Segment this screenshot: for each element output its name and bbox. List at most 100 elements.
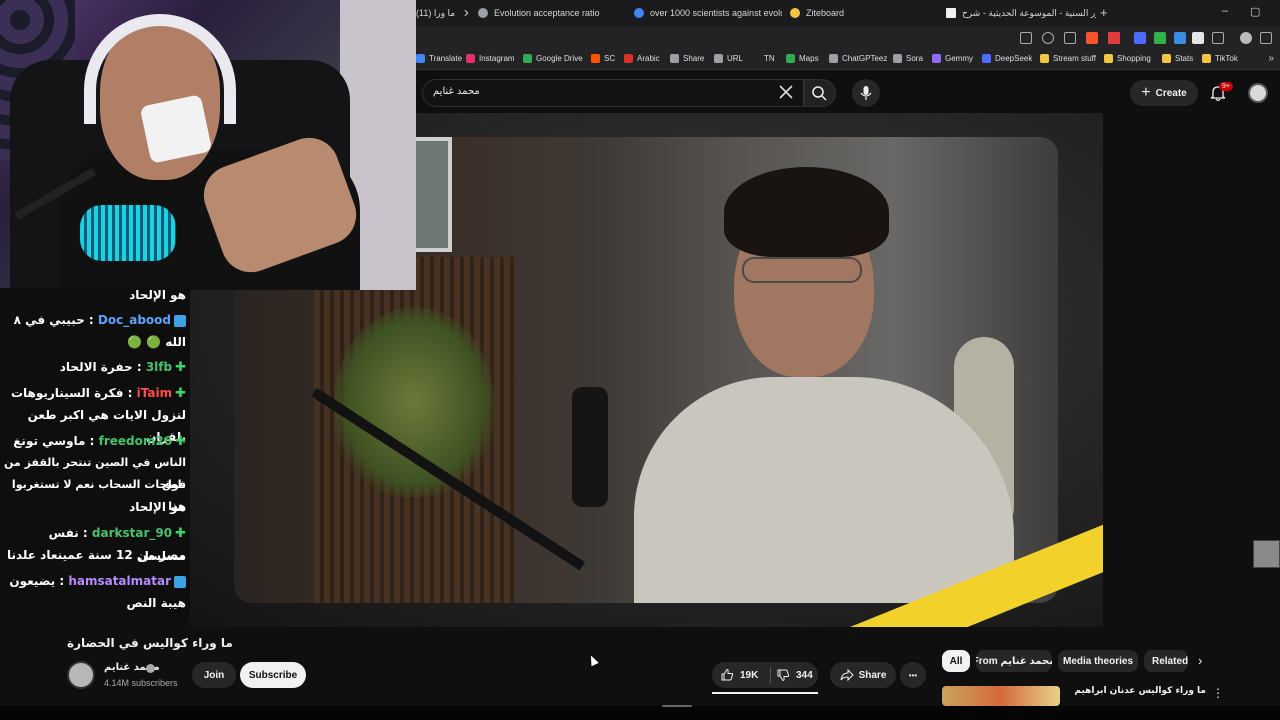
chat-username[interactable]: hamsatalmatar: [68, 574, 171, 588]
browser-tab[interactable]: over 1000 scientists against evolution: [634, 2, 782, 24]
chip-from-channel[interactable]: From محمد غنايم: [976, 650, 1052, 672]
share-page-icon[interactable]: [1064, 32, 1076, 44]
search-input[interactable]: [433, 86, 733, 97]
plus-badge-icon: ✚: [175, 433, 186, 449]
extension-icon[interactable]: [1134, 32, 1146, 44]
tab-close-icon[interactable]: ✕: [463, 7, 468, 20]
chat-text: هيبة النص: [126, 596, 186, 610]
menu-icon[interactable]: [1260, 32, 1272, 44]
chat-username[interactable]: freedom26: [99, 434, 172, 448]
music-icon[interactable]: [1240, 32, 1252, 44]
chat-message: هو الإلحاد: [4, 288, 186, 306]
bookmark-folder[interactable]: Stats: [1162, 54, 1193, 63]
minimize-button[interactable]: –: [1222, 5, 1228, 17]
bookmark-folder[interactable]: Stream stuff: [1040, 54, 1096, 63]
chip-media-theories[interactable]: Media theories: [1058, 650, 1138, 672]
chat-username[interactable]: darkstar_90: [92, 526, 172, 540]
sidebar-icon[interactable]: [1212, 32, 1224, 44]
link-icon: [714, 54, 723, 63]
rgb-microphone: [80, 205, 176, 261]
screen-icon[interactable]: [1020, 32, 1032, 44]
bookmark-item[interactable]: Maps: [786, 54, 819, 63]
podcast-microphone: [572, 387, 608, 507]
thumbs-down-icon: [777, 669, 790, 682]
chat-message: ✚iTaim : فكرة السيناريوهات: [4, 382, 186, 405]
channel-avatar[interactable]: [67, 661, 95, 689]
zoom-icon[interactable]: [1042, 32, 1054, 44]
chat-message: هو الإلحاد: [4, 496, 186, 518]
chat-username[interactable]: Doc_abood: [98, 313, 171, 327]
chat-message: ✚freedom26 : ماوسي تونغ: [4, 430, 186, 453]
folder-icon: [1162, 54, 1171, 63]
join-button[interactable]: Join: [192, 662, 236, 688]
notification-badge: 9+: [1219, 82, 1233, 91]
search-button[interactable]: [804, 79, 836, 107]
recommendation-thumbnail[interactable]: [942, 686, 1060, 706]
bookmark-item[interactable]: DeepSeek: [982, 54, 1032, 63]
brave-shield-icon[interactable]: [1086, 32, 1098, 44]
plus-badge-icon: ✚: [175, 525, 186, 541]
bookmark-label: ChatGPTeez: [842, 54, 888, 63]
chat-message: Doc_abood : حبيبي في ٨: [4, 309, 186, 331]
bookmark-item[interactable]: Google Drive: [523, 54, 583, 63]
mini-thumbnail[interactable]: [1253, 540, 1280, 568]
bookmarks-more-button[interactable]: »: [1268, 53, 1274, 64]
bookmark-label: Share: [683, 54, 705, 63]
extension-icon[interactable]: [1154, 32, 1166, 44]
chat-username[interactable]: iTaim: [137, 386, 172, 400]
close-icon[interactable]: [778, 84, 794, 100]
stream-chat: هو الإلحاد Doc_abood : حبيبي في ٨ الله 🟢…: [0, 288, 190, 618]
deepseek-icon: [982, 54, 991, 63]
browser-tab-active[interactable]: (11) ما ورا ✕: [416, 2, 468, 24]
more-actions-button[interactable]: •••: [900, 662, 926, 688]
browser-tab[interactable]: Ziteboard: [790, 2, 910, 24]
recommendation-title[interactable]: ما وراء كواليس عدنان ابراهيم: [1066, 686, 1206, 696]
bookmark-item[interactable]: Instagram: [466, 54, 515, 63]
voice-search-button[interactable]: [852, 79, 880, 107]
bookmark-item[interactable]: Sora: [893, 54, 923, 63]
bookmark-item[interactable]: Translate: [416, 54, 462, 63]
bookmark-item[interactable]: Share: [670, 54, 704, 63]
chat-message: الله 🟢 🟢: [4, 331, 186, 353]
chevron-right-icon[interactable]: ›: [1198, 653, 1202, 668]
chip-related[interactable]: Related: [1144, 650, 1188, 672]
new-tab-button[interactable]: +: [1100, 5, 1108, 20]
ziteboard-icon: [790, 8, 800, 18]
dislike-button[interactable]: 344: [776, 668, 813, 682]
soundcloud-icon: [591, 54, 600, 63]
bookmark-label: Arabic: [637, 54, 660, 63]
bookmark-item[interactable]: URL: [714, 54, 743, 63]
streamer-webcam: [0, 0, 416, 290]
bookmark-folder[interactable]: Shopping: [1104, 54, 1151, 63]
bookmark-label: Translate: [429, 54, 463, 63]
share-button[interactable]: Share: [830, 662, 896, 688]
plant: [334, 307, 494, 497]
brave-rewards-icon[interactable]: [1108, 32, 1120, 44]
maximize-button[interactable]: ▢: [1250, 5, 1260, 18]
bookmark-item[interactable]: Gemmy: [932, 54, 973, 63]
like-button[interactable]: 19K: [720, 668, 758, 682]
share-icon: [670, 54, 679, 63]
bookmark-item[interactable]: Arabic: [624, 54, 660, 63]
browser-tab[interactable]: الدرر السنية - الموسوعة الحديثية - شرح: [946, 2, 1096, 24]
folder-icon: [1040, 54, 1049, 63]
subscribe-button[interactable]: Subscribe: [240, 662, 306, 688]
glasses: [742, 257, 862, 283]
kebab-menu-icon[interactable]: ⋮: [1212, 686, 1224, 700]
bookmark-folder[interactable]: TikTok: [1202, 54, 1238, 63]
microphone-icon: [860, 86, 872, 100]
account-avatar[interactable]: [1248, 83, 1268, 103]
bookmark-item[interactable]: ChatGPTeez: [829, 54, 887, 63]
chat-message: مصر من 12 سنة عمينعاد علدنا: [4, 544, 186, 566]
bookmark-item[interactable]: TN: [764, 54, 775, 63]
chip-all[interactable]: All: [942, 650, 970, 672]
extension-icon[interactable]: [1174, 32, 1186, 44]
chat-message: hamsatalmatar : يضيعون: [4, 570, 186, 592]
extension-icon[interactable]: [1192, 32, 1204, 44]
browser-tab[interactable]: Evolution acceptance ratio: [478, 2, 628, 24]
tab-title: الدرر السنية - الموسوعة الحديثية - شرح: [962, 7, 1096, 18]
chat-username[interactable]: 3lfb: [146, 360, 172, 374]
bookmark-item[interactable]: SC: [591, 54, 615, 63]
create-button[interactable]: + Create: [1130, 80, 1198, 106]
chat-message: هيبة النص: [4, 592, 186, 614]
